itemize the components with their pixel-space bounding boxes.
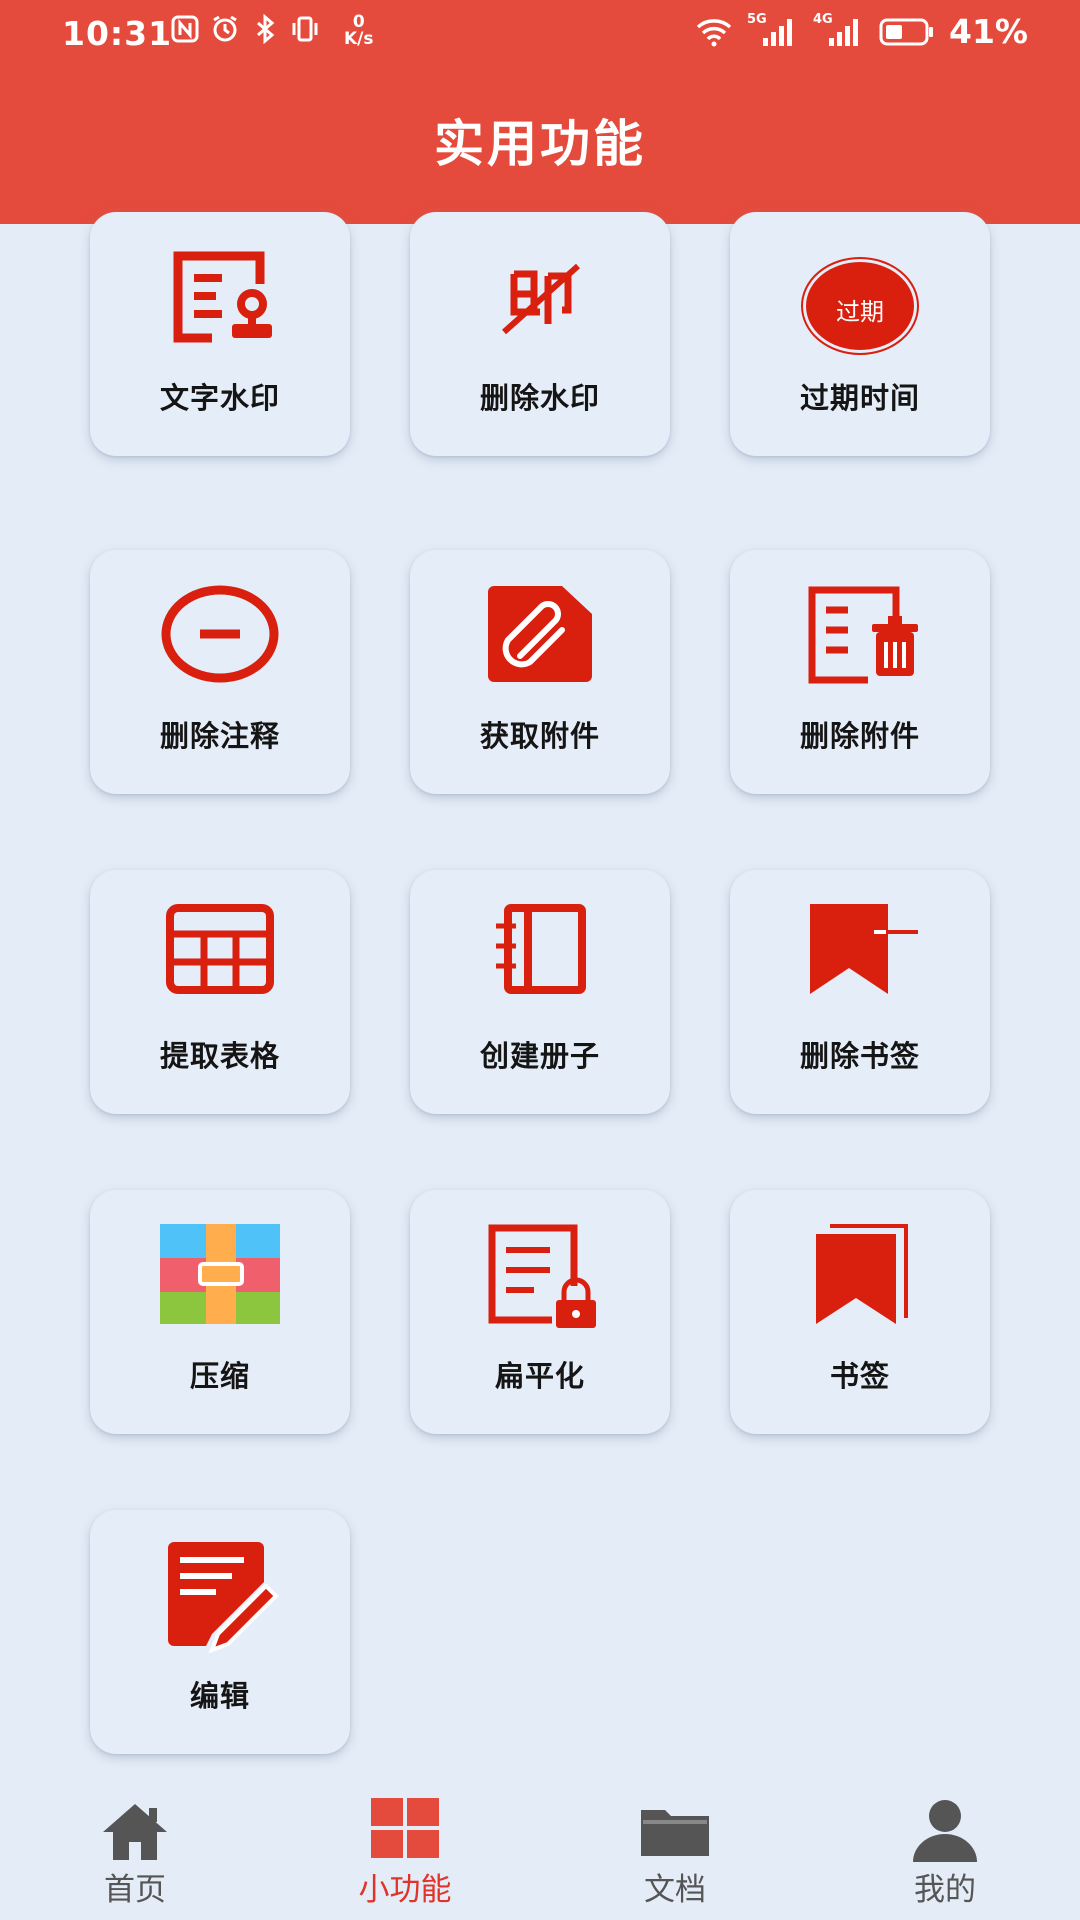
- bluetooth-icon: [257, 14, 275, 44]
- bookmark-icon: [816, 1224, 908, 1324]
- user-icon: [913, 1800, 977, 1862]
- vibrate-icon: [292, 16, 318, 42]
- tool-card-delete-attachment[interactable]: 删除附件: [730, 550, 990, 794]
- tool-card-compress[interactable]: 压缩: [90, 1190, 350, 1434]
- signal-5g-icon: 5G: [747, 12, 799, 48]
- tool-label: 编辑: [189, 1679, 250, 1713]
- network-speed: 0 K/s: [344, 12, 374, 49]
- tool-label: 扁平化: [494, 1359, 585, 1393]
- status-time: 10:31: [62, 14, 173, 53]
- tool-label: 文字水印: [159, 381, 280, 415]
- tool-label: 删除书签: [799, 1039, 920, 1073]
- battery-percent: 41%: [949, 12, 1028, 51]
- remove-annotation-icon: [161, 585, 279, 683]
- tool-card-expiry-time[interactable]: 过期 过期时间: [730, 212, 990, 456]
- nav-tab-profile[interactable]: 我的: [810, 1778, 1080, 1920]
- tool-card-remove-annotation[interactable]: 删除注释: [90, 550, 350, 794]
- tool-card-edit[interactable]: 编辑: [90, 1510, 350, 1754]
- text-watermark-icon: [173, 251, 272, 343]
- alarm-icon: [213, 15, 237, 42]
- tool-card-get-attachment[interactable]: 获取附件: [410, 550, 670, 794]
- tool-label: 压缩: [189, 1359, 250, 1393]
- bottom-navigation: 首页 小功能 文档 我的: [0, 1778, 1080, 1920]
- nav-tab-documents[interactable]: 文档: [540, 1778, 810, 1920]
- tool-label: 删除附件: [799, 719, 920, 753]
- tool-label: 提取表格: [159, 1039, 280, 1073]
- tool-card-create-booklet[interactable]: 创建册子: [410, 870, 670, 1114]
- tool-card-bookmark[interactable]: 书签: [730, 1190, 990, 1434]
- delete-attachment-icon: [808, 586, 918, 684]
- app-header: 10:31 0 K/s 5G 4G 41% 实用功能: [0, 0, 1080, 224]
- edit-icon: [168, 1542, 279, 1654]
- tool-label: 过期时间: [799, 381, 920, 415]
- expiry-stamp-text: 过期: [836, 298, 884, 326]
- tool-card-extract-table[interactable]: 提取表格: [90, 870, 350, 1114]
- compress-icon: [160, 1224, 280, 1324]
- folder-icon: [641, 1810, 709, 1856]
- tool-card-flatten[interactable]: 扁平化: [410, 1190, 670, 1434]
- nfc-icon: [171, 15, 199, 43]
- nav-tab-home[interactable]: 首页: [0, 1778, 270, 1920]
- tool-card-text-watermark[interactable]: 文字水印: [90, 212, 350, 456]
- battery-icon: [879, 18, 933, 45]
- booklet-icon: [496, 904, 586, 994]
- nav-tab-tools[interactable]: 小功能: [270, 1778, 540, 1920]
- tool-label: 创建册子: [479, 1039, 600, 1073]
- delete-bookmark-icon: [810, 904, 918, 994]
- grid-icon: [371, 1798, 439, 1858]
- table-icon: [166, 904, 274, 994]
- tool-label: 删除注释: [159, 719, 280, 753]
- status-bar: 10:31 0 K/s 5G 4G 41%: [0, 0, 1080, 68]
- signal-4g-icon: 4G: [813, 12, 865, 48]
- page-title: 实用功能: [434, 115, 646, 173]
- tool-card-delete-bookmark[interactable]: 删除书签: [730, 870, 990, 1114]
- flatten-icon: [488, 1224, 596, 1328]
- wifi-icon: [696, 18, 732, 46]
- tool-label: 删除水印: [479, 381, 600, 415]
- tool-card-remove-watermark[interactable]: 删除水印: [410, 212, 670, 456]
- tool-label: 书签: [829, 1359, 890, 1393]
- tool-label: 获取附件: [479, 719, 600, 753]
- attachment-icon: [488, 586, 592, 682]
- home-icon: [103, 1804, 167, 1860]
- remove-watermark-icon: [502, 263, 580, 335]
